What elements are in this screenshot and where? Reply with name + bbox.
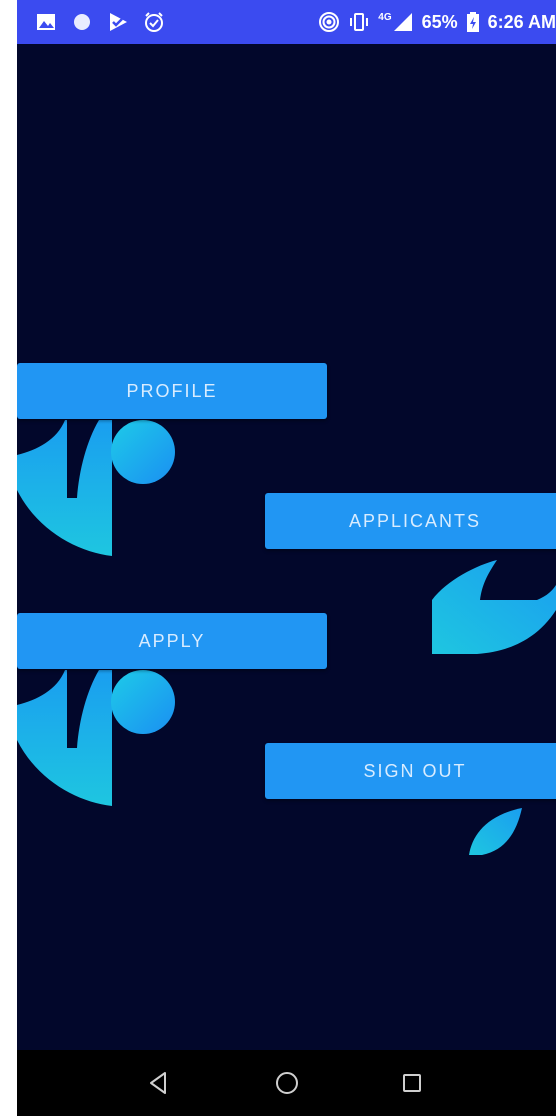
curl-shape-applicants: [432, 560, 556, 654]
applicants-button[interactable]: APPLICANTS: [265, 493, 556, 549]
back-icon[interactable]: [143, 1068, 173, 1098]
app-screen: 4G 65% 6:26 AM PROFILE APPLICANTS APPLY …: [17, 0, 556, 1116]
profile-button[interactable]: PROFILE: [17, 363, 327, 419]
leaf-shape-profile: [17, 420, 175, 556]
petal-shape-signout: [469, 808, 522, 855]
leaf-shape-apply: [17, 670, 175, 806]
apply-button[interactable]: APPLY: [17, 613, 327, 669]
sign-out-button[interactable]: SIGN OUT: [265, 743, 556, 799]
decorative-shapes: [17, 420, 556, 855]
navigation-bar: [17, 1050, 556, 1116]
recents-icon[interactable]: [397, 1068, 427, 1098]
home-icon[interactable]: [272, 1068, 302, 1098]
